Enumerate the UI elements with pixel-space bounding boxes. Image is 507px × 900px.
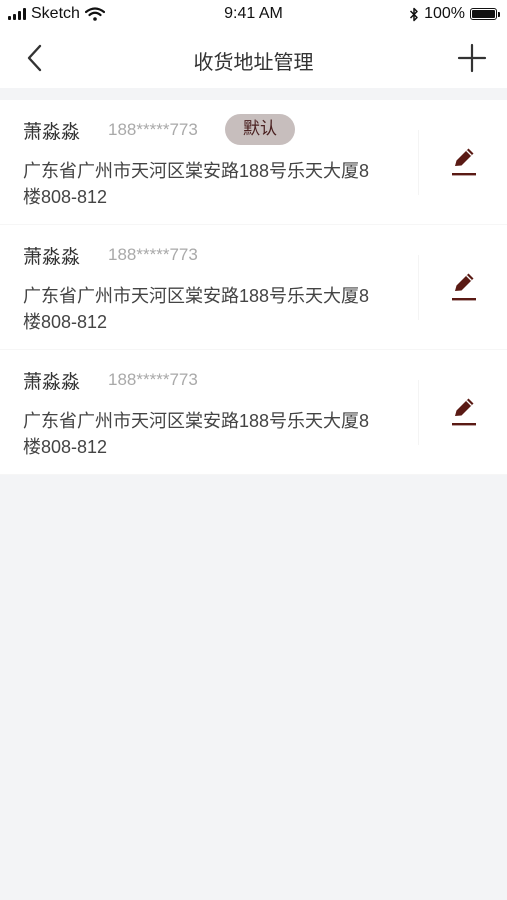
divider (418, 255, 419, 320)
default-badge: 默认 (225, 114, 295, 145)
address-line-2: 楼808-812 (23, 312, 108, 332)
add-address-icon[interactable] (457, 43, 487, 73)
recipient-phone: 188*****773 (108, 245, 198, 264)
address-line-2: 楼808-812 (23, 187, 108, 207)
address-card[interactable]: 萧淼淼 188*****773 默认 广东省广州市天河区棠安路188号乐天大厦8… (0, 100, 507, 225)
address-text: 广东省广州市天河区棠安路188号乐天大厦8 楼808-812 (23, 408, 393, 460)
recipient-name: 萧淼淼 (23, 371, 81, 393)
edit-pencil-icon[interactable] (446, 394, 480, 428)
battery-percent: 100% (424, 5, 465, 22)
address-card[interactable]: 萧淼淼 188*****773 广东省广州市天河区棠安路188号乐天大厦8 楼8… (0, 350, 507, 475)
divider (418, 130, 419, 195)
address-line-1: 广东省广州市天河区棠安路188号乐天大厦8 (23, 161, 370, 181)
edit-pencil-icon[interactable] (446, 144, 480, 178)
address-line-1: 广东省广州市天河区棠安路188号乐天大厦8 (23, 286, 370, 306)
address-list: 萧淼淼 188*****773 默认 广东省广州市天河区棠安路188号乐天大厦8… (0, 100, 507, 475)
battery-icon (470, 8, 500, 20)
address-line-2: 楼808-812 (23, 437, 108, 457)
recipient-phone: 188*****773 (108, 120, 198, 139)
divider (418, 380, 419, 445)
recipient-name: 萧淼淼 (23, 121, 81, 143)
recipient-phone: 188*****773 (108, 370, 198, 389)
status-bar: Sketch 9:41 AM 100% (0, 0, 507, 30)
page-title: 收货地址管理 (193, 50, 314, 74)
nav-bar: 收货地址管理 (0, 30, 507, 88)
recipient-name: 萧淼淼 (23, 246, 81, 268)
address-text: 广东省广州市天河区棠安路188号乐天大厦8 楼808-812 (23, 158, 393, 210)
address-card[interactable]: 萧淼淼 188*****773 广东省广州市天河区棠安路188号乐天大厦8 楼8… (0, 225, 507, 350)
address-line-1: 广东省广州市天河区棠安路188号乐天大厦8 (23, 411, 370, 431)
address-text: 广东省广州市天河区棠安路188号乐天大厦8 楼808-812 (23, 283, 393, 335)
status-right: 100% (409, 5, 500, 23)
edit-pencil-icon[interactable] (446, 269, 480, 303)
bluetooth-icon (410, 7, 418, 21)
